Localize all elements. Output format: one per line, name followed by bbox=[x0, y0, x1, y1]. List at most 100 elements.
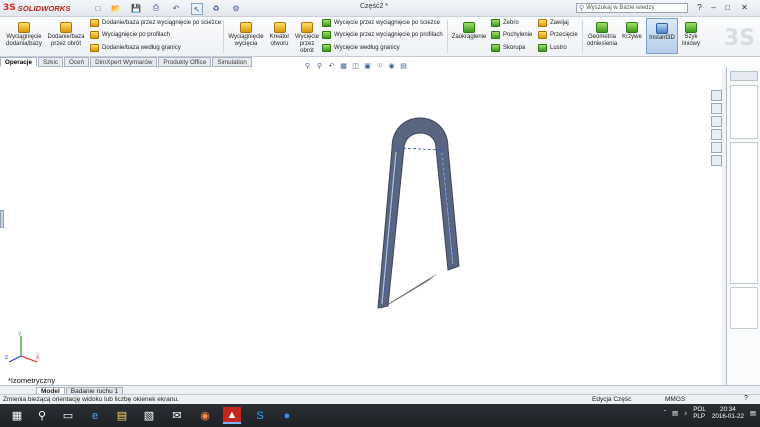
close-button[interactable]: ✕ bbox=[738, 2, 751, 13]
draft-button[interactable]: Pochylenie bbox=[491, 31, 532, 39]
curves-button[interactable]: Krzywe bbox=[619, 22, 645, 41]
rebuild-icon[interactable]: ♻ bbox=[211, 3, 221, 13]
status-message: Zmienia bieżącą orientację widoku lub li… bbox=[3, 396, 179, 403]
revolve-cut-button[interactable]: Wycięcie przez obrót bbox=[294, 22, 320, 55]
help-status-icon[interactable]: ? bbox=[744, 395, 748, 402]
mirror-button[interactable]: Lustro bbox=[538, 44, 567, 52]
command-manager-ribbon: Wyciągnięcie dodania/bazy Dodanie/baza p… bbox=[0, 17, 760, 57]
hide-show-icon[interactable]: ☉ bbox=[375, 61, 384, 70]
skype-icon[interactable]: S bbox=[251, 407, 269, 424]
instant3d-button[interactable]: Instant3D bbox=[646, 18, 678, 54]
knowledge-search[interactable]: ⚲ Wyszukaj w Bazie wiedzy bbox=[576, 3, 688, 13]
revolve-boss-button[interactable]: Dodanie/baza przez obrót bbox=[46, 22, 86, 48]
previous-view-icon[interactable]: ↶ bbox=[327, 61, 336, 70]
extrude-boss-label1: Wyciągnięcie bbox=[6, 34, 42, 40]
custom-properties-icon[interactable] bbox=[711, 155, 722, 166]
select-icon[interactable]: ↖ bbox=[191, 3, 203, 15]
task-pane-footer-section bbox=[730, 287, 758, 329]
fillet-icon bbox=[463, 22, 475, 33]
boundary-cut-label: Wycięcie według granicy bbox=[334, 45, 400, 51]
view-orientation-label: *Izometryczny bbox=[8, 376, 56, 385]
new-document-icon[interactable]: □ bbox=[93, 3, 103, 13]
wrap-button[interactable]: Zawijaj bbox=[538, 19, 569, 27]
status-mode: Edycja Część bbox=[592, 396, 632, 403]
svg-text:3S: 3S bbox=[724, 26, 755, 51]
firefox-icon[interactable]: ◉ bbox=[196, 407, 214, 424]
open-icon[interactable]: 📂 bbox=[111, 3, 121, 13]
print-icon[interactable]: ⎙ bbox=[151, 3, 161, 13]
extrude-boss-button[interactable]: Wyciągnięcie dodania/bazy bbox=[5, 22, 43, 48]
tab-dimxpert[interactable]: DimXpert Wymiarów bbox=[90, 57, 158, 67]
u-bend-model[interactable] bbox=[370, 108, 470, 314]
windows-start-icon[interactable]: ▦ bbox=[8, 407, 26, 424]
tab-features[interactable]: Operacje bbox=[0, 57, 37, 67]
swept-boss-button[interactable]: Dodanie/baza przez wyciągnięcie po ścież… bbox=[90, 19, 221, 27]
design-library-icon[interactable] bbox=[711, 103, 722, 114]
task-pane[interactable] bbox=[726, 67, 760, 385]
task-pane-section bbox=[730, 85, 758, 139]
logo-ds: 3S bbox=[3, 3, 16, 13]
clock[interactable]: 20:34 2016-01-22 bbox=[712, 406, 744, 420]
graphics-area[interactable] bbox=[0, 67, 724, 385]
fillet-button[interactable]: Zaokrąglenie bbox=[451, 22, 487, 41]
shell-label: Skorupa bbox=[503, 45, 526, 51]
view-palette-icon[interactable] bbox=[711, 129, 722, 140]
volume-icon[interactable]: ♪ bbox=[684, 410, 687, 417]
shell-button[interactable]: Skorupa bbox=[491, 44, 525, 52]
undo-icon[interactable]: ↶ bbox=[171, 3, 181, 13]
boundary-cut-button[interactable]: Wycięcie według granicy bbox=[322, 44, 400, 52]
linear-pattern-button[interactable]: Szyk liniowy bbox=[680, 22, 702, 48]
solidworks-taskbar-icon[interactable]: ▲ bbox=[223, 407, 241, 424]
network-icon[interactable]: ▤ bbox=[672, 410, 678, 417]
scene-icon[interactable]: ▤ bbox=[399, 61, 408, 70]
tab-office-products[interactable]: Produkty Office bbox=[158, 57, 212, 67]
resources-tab-icon[interactable] bbox=[711, 90, 722, 101]
revolve-boss-label2: przez obrót bbox=[50, 41, 81, 47]
hole-wizard-button[interactable]: Kreator otworu bbox=[266, 22, 293, 48]
mail-icon[interactable]: ✉ bbox=[168, 407, 186, 424]
zoom-to-fit-icon[interactable]: ⚲ bbox=[303, 61, 312, 70]
tab-sketch[interactable]: Szkic bbox=[37, 57, 63, 67]
save-icon[interactable]: 💾 bbox=[131, 3, 141, 13]
boundary-boss-button[interactable]: Dodanie/baza według granicy bbox=[90, 44, 181, 52]
notifications-icon[interactable]: ▤ bbox=[750, 410, 756, 417]
search-placeholder: Wyszukaj w Bazie wiedzy bbox=[586, 5, 655, 11]
maximize-button[interactable]: □ bbox=[721, 2, 734, 13]
help-icon[interactable]: ? bbox=[693, 2, 706, 13]
task-view-icon[interactable]: ▭ bbox=[59, 407, 77, 424]
extrude-cut-button[interactable]: Wyciągnięcie wycięcia bbox=[228, 22, 264, 48]
reference-geometry-button[interactable]: Geometria odniesienia bbox=[585, 22, 619, 48]
status-units[interactable]: MMGS bbox=[665, 396, 685, 403]
solidworks-logo[interactable]: 3S SOLIDWORKS bbox=[3, 2, 70, 14]
app-taskbar-icon[interactable]: ● bbox=[278, 407, 296, 424]
search-taskbar-icon[interactable]: ⚲ bbox=[33, 407, 51, 424]
store-icon[interactable]: ▧ bbox=[140, 407, 158, 424]
triad-z-label: Z bbox=[5, 355, 8, 361]
swept-cut-label: Wycięcie przez wyciągnięcie po ścieżce bbox=[334, 20, 440, 26]
extrude-cut-icon bbox=[240, 22, 252, 33]
intersect-button[interactable]: Przecięcie bbox=[538, 31, 578, 39]
lofted-cut-button[interactable]: Wycięcie przez wyciągnięcie po profilach bbox=[322, 31, 443, 39]
view-orientation-icon[interactable]: ◫ bbox=[351, 61, 360, 70]
edge-browser-icon[interactable]: e bbox=[86, 407, 104, 424]
zoom-area-icon[interactable]: ⚲ bbox=[315, 61, 324, 70]
file-explorer-taskbar-icon[interactable]: ▤ bbox=[113, 407, 131, 424]
minimize-button[interactable]: – bbox=[707, 2, 720, 13]
section-view-icon[interactable]: ▦ bbox=[339, 61, 348, 70]
feature-manager-collapse-handle[interactable] bbox=[0, 210, 4, 228]
options-icon[interactable]: ⚙ bbox=[231, 3, 241, 13]
appearances-icon[interactable] bbox=[711, 142, 722, 153]
tab-evaluate[interactable]: Oceń bbox=[64, 57, 90, 67]
swept-boss-icon bbox=[90, 19, 99, 27]
tab-simulation[interactable]: Simulation bbox=[212, 57, 252, 67]
swept-cut-button[interactable]: Wycięcie przez wyciągnięcie po ścieżce bbox=[322, 19, 440, 27]
file-explorer-icon[interactable] bbox=[711, 116, 722, 127]
lofted-boss-button[interactable]: Wyciągnięcie po profilach bbox=[90, 31, 170, 39]
rib-button[interactable]: Żebro bbox=[491, 19, 519, 27]
display-style-icon[interactable]: ▣ bbox=[363, 61, 372, 70]
appearance-icon[interactable]: ◉ bbox=[387, 61, 396, 70]
draft-icon bbox=[491, 31, 500, 39]
language-indicator[interactable]: POL PLP bbox=[693, 406, 706, 420]
sweep-path-top bbox=[397, 147, 443, 151]
tray-arrow-icon[interactable]: ˆ bbox=[664, 410, 666, 417]
